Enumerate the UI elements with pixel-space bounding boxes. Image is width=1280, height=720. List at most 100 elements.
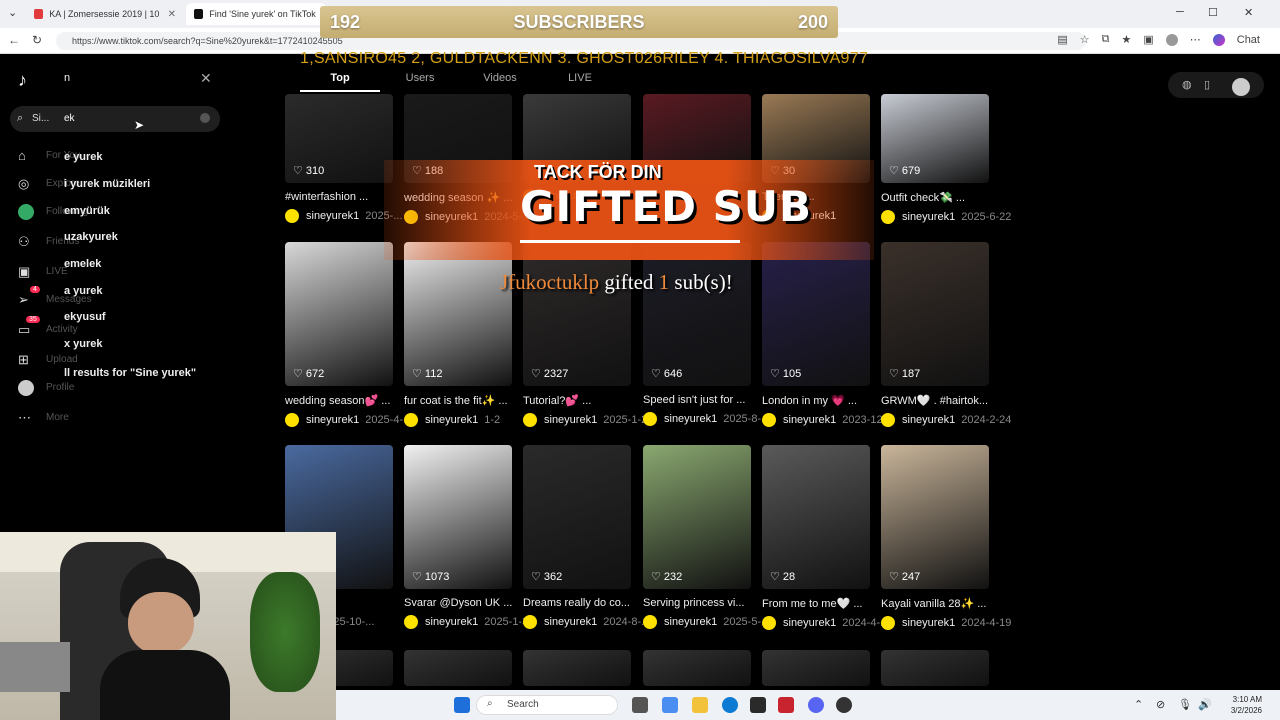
author-avatar[interactable] [643,412,657,426]
video-card[interactable]: ♡ 187 GRWM🤍 . #hairtok... sineyurek1 2024-2… [881,242,1011,427]
volume-icon[interactable]: 🔊 [1198,698,1212,711]
search-suggestion[interactable]: uzakyurek [64,231,118,243]
clear-search-icon[interactable] [200,113,210,123]
author-name[interactable]: sineyurek1 [902,617,955,629]
maximize-icon[interactable]: ☐ [1208,6,1218,19]
author-name[interactable]: sineyurek1 [902,211,955,223]
task-view-icon[interactable] [632,697,648,713]
back-icon[interactable]: ← [8,33,20,47]
author-avatar[interactable] [523,615,537,629]
video-caption[interactable]: wedding season💕 ... [285,394,393,407]
author-name[interactable]: sineyurek1 [664,616,717,628]
video-thumbnail[interactable]: ♡ 310 [285,94,393,183]
edge-icon[interactable] [722,697,738,713]
profile-icon[interactable] [1165,33,1178,46]
browser-tab-1[interactable]: KA | Zomersessie 2019 | 101Barz ✕ [26,3,184,25]
author-avatar[interactable] [881,413,895,427]
video-thumbnail[interactable]: ♡ 247 [881,445,989,589]
device-icon[interactable]: ▯ [1204,78,1210,91]
video-thumbnail[interactable] [762,650,870,686]
video-caption[interactable]: Svarar @Dyson UK ... [404,597,512,609]
author-name[interactable]: sineyurek1 [544,616,597,628]
tab-top[interactable]: Top [300,72,380,92]
video-caption[interactable]: fur coat is the fit✨ ... [404,394,512,407]
video-thumbnail[interactable]: ♡ 2327 [523,242,631,386]
video-card[interactable]: ♡ 28 From me to me🤍 ... sineyurek1 2024-4-.… [762,445,889,630]
tiktok-logo-icon[interactable]: ♪ [18,70,36,90]
terminal-icon[interactable] [750,697,766,713]
video-card[interactable]: ♡ 232 Serving princess vi... sineyurek1 202… [643,445,770,629]
favorites-icon[interactable]: ★ [1121,33,1131,46]
author-avatar[interactable] [404,615,418,629]
video-thumbnail[interactable]: ♡ 672 [285,242,393,386]
tray-chevron-icon[interactable]: ⌃ [1134,698,1143,711]
video-card[interactable]: ♡ 672 wedding season💕 ... sineyurek1 2025-4… [285,242,412,427]
copilot-icon[interactable] [1212,33,1225,46]
video-card[interactable]: ♡ 105 London in my 💗 ... sineyurek1 2023-12… [762,242,895,427]
author-name[interactable]: sineyurek1 [544,414,597,426]
user-avatar[interactable] [1232,78,1250,96]
search-suggestion[interactable]: i yurek müzikleri [64,178,150,190]
microphone-icon[interactable]: 🎙 [1178,698,1192,711]
video-caption[interactable]: Speed isn't just for ... [643,394,751,406]
nav-for-you[interactable]: ⌂ For You [18,146,278,168]
tab-list-icon[interactable]: ⌄ [8,6,17,19]
nav-live[interactable]: ▣ LIVE [18,262,278,284]
start-icon[interactable] [454,697,470,713]
video-thumbnail[interactable]: ♡ 1073 [404,445,512,589]
author-name[interactable]: sineyurek1 [783,414,836,426]
video-card[interactable]: ♡ 679 Outfit check💸 ... sineyurek1 2025-6-2… [881,94,1011,224]
video-thumbnail[interactable]: ♡ 679 [881,94,989,183]
video-caption[interactable]: Kayali vanilla 28✨ ... [881,597,989,610]
author-avatar[interactable] [762,616,776,630]
video-caption[interactable]: Tutorial?💕 ... [523,394,631,407]
video-thumbnail[interactable]: ♡ 112 [404,242,512,386]
reader-icon[interactable]: ▤ [1057,33,1067,46]
network-icon[interactable]: ⊘ [1156,698,1165,711]
reload-icon[interactable]: ↻ [32,33,42,47]
tab-videos[interactable]: Videos [460,72,540,92]
collections-icon[interactable]: ▣ [1143,33,1153,46]
nav-following[interactable]: Following [18,202,278,224]
adobe-icon[interactable] [778,697,794,713]
video-thumbnail[interactable] [643,650,751,686]
video-thumbnail[interactable]: ♡ 28 [762,445,870,589]
video-caption[interactable]: From me to me🤍 ... [762,597,870,610]
video-thumbnail[interactable]: ♡ 232 [643,445,751,589]
video-thumbnail[interactable]: ♡ 362 [523,445,631,589]
coin-icon[interactable]: ◍ [1182,78,1192,91]
video-caption[interactable]: Dreams really do co... [523,597,631,609]
search-suggestion[interactable]: ekyusuf [64,311,106,323]
video-caption[interactable]: London in my 💗 ... [762,394,870,407]
extensions-icon[interactable]: ⧉ [1102,33,1110,46]
video-thumbnail[interactable]: ♡ 105 [762,242,870,386]
close-window-icon[interactable]: ✕ [1244,6,1253,19]
author-avatar[interactable] [881,210,895,224]
video-card[interactable]: ♡ 112 fur coat is the fit✨ ... sineyurek1 1… [404,242,512,427]
nav-more[interactable]: ⋯ More [18,408,278,430]
video-card[interactable]: ♡ 362 Dreams really do co... sineyurek1 202… [523,445,650,629]
search-suggestion[interactable]: emelek [64,258,101,270]
video-card[interactable]: ♡ 1073 Svarar @Dyson UK ... sineyurek1 2025… [404,445,537,629]
nav-profile[interactable]: Profile [18,378,278,400]
obs-icon[interactable] [836,697,852,713]
video-thumbnail[interactable]: ♡ 187 [881,242,989,386]
close-tab-icon[interactable]: ✕ [168,9,176,20]
video-card[interactable]: ♡ 247 Kayali vanilla 28✨ ... sineyurek1 202… [881,445,1011,630]
tab-live[interactable]: LIVE [540,72,620,92]
minimize-icon[interactable]: ─ [1176,6,1184,18]
author-name[interactable]: sineyurek1 [902,414,955,426]
nav-activity[interactable]: ▭ 35 Activity [18,316,278,342]
author-name[interactable]: sineyurek1 [783,617,836,629]
nav-friends[interactable]: ⚇ Friends [18,232,278,254]
chat-button[interactable]: Chat [1237,34,1260,46]
video-thumbnail[interactable] [404,650,512,686]
search-suggestion[interactable]: x yurek [64,338,103,350]
search-suggestion[interactable]: a yurek [64,285,103,297]
favorite-icon[interactable]: ☆ [1080,33,1090,46]
nav-messages[interactable]: ➢ 4 Messages [18,286,278,312]
video-caption[interactable]: Outfit check💸 ... [881,191,989,204]
video-caption[interactable]: GRWM🤍 . #hairtok... [881,394,989,407]
author-avatar[interactable] [523,413,537,427]
author-avatar[interactable] [285,413,299,427]
